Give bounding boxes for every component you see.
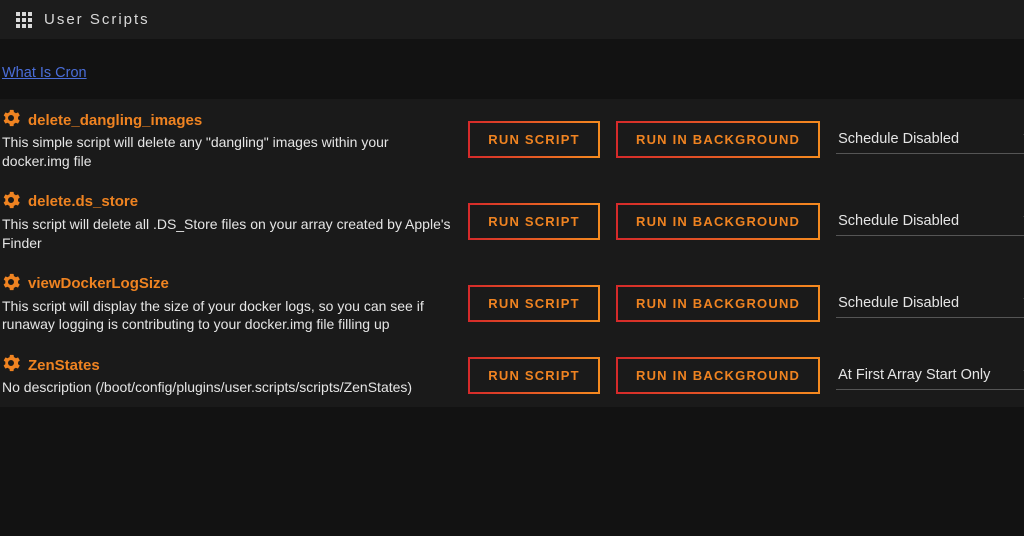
schedule-select-wrap: Schedule DisabledAt First Array Start On… — [836, 125, 1024, 154]
script-name: delete.ds_store — [28, 193, 138, 210]
script-name: viewDockerLogSize — [28, 275, 169, 292]
script-title[interactable]: ZenStates — [2, 354, 452, 376]
schedule-select[interactable]: Schedule DisabledAt First Array Start On… — [836, 361, 1024, 390]
script-info: ZenStates No description (/boot/config/p… — [2, 354, 452, 397]
run-script-button[interactable]: RUN SCRIPT — [468, 121, 600, 158]
run-in-background-button[interactable]: RUN IN BACKGROUND — [616, 121, 820, 158]
gear-icon[interactable] — [2, 354, 20, 376]
script-description: This simple script will delete any "dang… — [2, 133, 452, 171]
script-description: This script will delete all .DS_Store fi… — [2, 215, 452, 253]
schedule-select[interactable]: Schedule DisabledAt First Array Start On… — [836, 289, 1024, 318]
schedule-select-wrap: Schedule DisabledAt First Array Start On… — [836, 361, 1024, 390]
script-info: viewDockerLogSize This script will displ… — [2, 273, 452, 335]
script-row: delete_dangling_images This simple scrip… — [0, 99, 1024, 181]
scripts-panel: What Is Cron delete_dangling_images This… — [0, 39, 1024, 407]
page-title: User Scripts — [44, 11, 150, 28]
script-info: delete.ds_store This script will delete … — [2, 191, 452, 253]
script-row: viewDockerLogSize This script will displ… — [0, 263, 1024, 345]
script-row: ZenStates No description (/boot/config/p… — [0, 344, 1024, 407]
script-description: This script will display the size of you… — [2, 297, 452, 335]
page-header: User Scripts — [0, 0, 1024, 39]
schedule-select[interactable]: Schedule DisabledAt First Array Start On… — [836, 125, 1024, 154]
schedule-select-wrap: Schedule DisabledAt First Array Start On… — [836, 207, 1024, 236]
script-title[interactable]: delete_dangling_images — [2, 109, 452, 131]
script-title[interactable]: viewDockerLogSize — [2, 273, 452, 295]
run-in-background-button[interactable]: RUN IN BACKGROUND — [616, 357, 820, 394]
grid-icon — [16, 12, 32, 28]
schedule-select[interactable]: Schedule DisabledAt First Array Start On… — [836, 207, 1024, 236]
script-description: No description (/boot/config/plugins/use… — [2, 378, 452, 397]
run-script-button[interactable]: RUN SCRIPT — [468, 357, 600, 394]
gear-icon[interactable] — [2, 191, 20, 213]
what-is-cron-link[interactable]: What Is Cron — [2, 65, 87, 81]
run-in-background-button[interactable]: RUN IN BACKGROUND — [616, 203, 820, 240]
schedule-select-wrap: Schedule DisabledAt First Array Start On… — [836, 289, 1024, 318]
script-row: delete.ds_store This script will delete … — [0, 181, 1024, 263]
gear-icon[interactable] — [2, 273, 20, 295]
run-in-background-button[interactable]: RUN IN BACKGROUND — [616, 285, 820, 322]
script-name: delete_dangling_images — [28, 112, 202, 129]
run-script-button[interactable]: RUN SCRIPT — [468, 203, 600, 240]
run-script-button[interactable]: RUN SCRIPT — [468, 285, 600, 322]
script-title[interactable]: delete.ds_store — [2, 191, 452, 213]
script-info: delete_dangling_images This simple scrip… — [2, 109, 452, 171]
gear-icon[interactable] — [2, 109, 20, 131]
script-name: ZenStates — [28, 357, 100, 374]
